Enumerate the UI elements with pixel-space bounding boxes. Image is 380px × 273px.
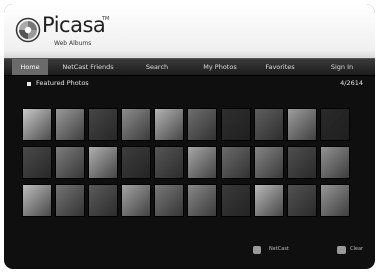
photo-thumbnail[interactable] — [220, 146, 251, 179]
netcast-label: NetCast — [269, 246, 289, 252]
photo-thumbnail[interactable] — [22, 184, 52, 217]
photo-thumbnail[interactable] — [121, 184, 152, 217]
photo-thumbnail[interactable] — [187, 184, 218, 217]
photo-thumbnail[interactable] — [253, 146, 284, 179]
section-title: Featured Photos — [36, 79, 89, 87]
photo-thumbnail[interactable] — [220, 108, 251, 141]
picasa-logo-icon — [15, 17, 41, 43]
photo-thumbnail[interactable] — [154, 184, 185, 217]
photo-thumbnail[interactable] — [154, 108, 185, 141]
page-counter: 4/2614 — [340, 79, 363, 87]
photo-thumbnail[interactable] — [220, 184, 251, 217]
photo-thumbnail[interactable] — [55, 184, 86, 217]
photo-thumbnail[interactable] — [286, 146, 317, 179]
footer-bar: NetCast Clear — [4, 240, 375, 269]
photo-thumbnail[interactable] — [253, 184, 284, 217]
photo-thumbnail[interactable] — [154, 146, 185, 179]
photo-thumbnail[interactable] — [253, 108, 284, 141]
photo-thumbnail[interactable] — [121, 108, 152, 141]
photo-thumbnail[interactable] — [88, 184, 119, 217]
photo-thumbnail[interactable] — [88, 108, 119, 141]
nav-tab-home[interactable]: Home — [12, 59, 48, 75]
netcast-button-icon[interactable] — [253, 246, 261, 254]
photo-thumbnail[interactable] — [319, 184, 350, 217]
bullet-icon — [27, 82, 31, 86]
tv-screen: Picasa TM Web Albums Home NetCast Friend… — [4, 4, 375, 269]
photo-thumbnail[interactable] — [286, 108, 317, 141]
nav-tab-my-photos[interactable]: My Photos — [196, 59, 244, 75]
photo-thumbnail[interactable] — [319, 146, 350, 179]
photo-thumbnail[interactable] — [22, 146, 52, 179]
clear-button-icon[interactable] — [337, 246, 346, 254]
photo-thumbnail[interactable] — [55, 108, 86, 141]
photo-thumbnail[interactable] — [187, 146, 218, 179]
nav-tab-netcast-friends[interactable]: NetCast Friends — [56, 59, 120, 75]
photo-thumbnail[interactable] — [121, 146, 152, 179]
photo-thumbnail[interactable] — [187, 108, 218, 141]
photo-thumbnail[interactable] — [319, 108, 350, 141]
photo-thumbnail[interactable] — [55, 146, 86, 179]
trademark-mark: TM — [102, 16, 110, 22]
nav-bar: Home NetCast Friends Search My Photos Fa… — [4, 58, 375, 76]
app-subtitle: Web Albums — [54, 40, 92, 47]
app-title: Picasa — [42, 13, 106, 37]
nav-tab-sign-in[interactable]: Sign In — [322, 59, 362, 75]
header: Picasa TM Web Albums — [4, 4, 375, 58]
photo-grid — [22, 108, 355, 226]
nav-tab-search[interactable]: Search — [139, 59, 175, 75]
nav-tab-favorites[interactable]: Favorites — [259, 59, 301, 75]
clear-label: Clear — [350, 246, 364, 252]
photo-thumbnail[interactable] — [22, 108, 52, 141]
section-header: Featured Photos 4/2614 — [4, 78, 375, 90]
photo-thumbnail[interactable] — [88, 146, 119, 179]
photo-thumbnail[interactable] — [286, 184, 317, 217]
